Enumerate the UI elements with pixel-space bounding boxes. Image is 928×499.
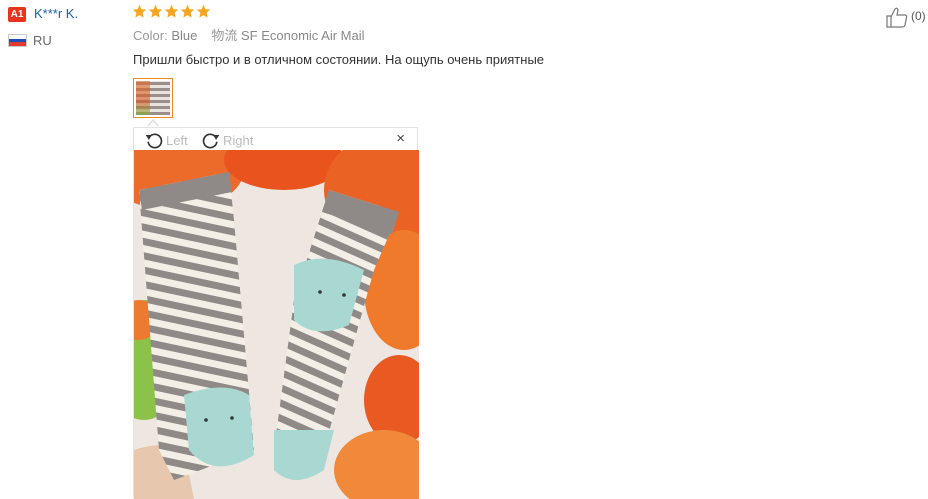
russia-flag-icon: [8, 34, 27, 47]
review-photo-thumbnail[interactable]: [133, 78, 173, 118]
close-viewer-button[interactable]: ×: [396, 131, 405, 147]
rotate-right-label: Right: [223, 132, 254, 148]
star-icon: [180, 4, 195, 18]
reviewer-name-link[interactable]: K***r K.: [34, 5, 78, 23]
star-icon: [196, 4, 211, 18]
review-text: Пришли быстро и в отличном состоянии. На…: [133, 52, 545, 67]
rotate-right-button[interactable]: Right: [201, 130, 253, 150]
viewer-toolbar: Left Right ×: [134, 128, 417, 150]
reviewer-country: RU: [33, 33, 52, 48]
star-icon: [148, 4, 163, 18]
review-attributes: Color: Blue 物流 SF Economic Air Mail: [133, 27, 365, 45]
rotate-left-label: Left: [166, 132, 188, 148]
reviewer-level-badge: A1: [8, 7, 26, 22]
shipping-value: SF Economic Air Mail: [240, 28, 365, 43]
star-icon: [132, 4, 147, 18]
shipping-attribute: 物流 SF Economic Air Mail: [211, 27, 364, 45]
thumbnail-image: [136, 81, 170, 115]
review-photo: [134, 150, 419, 499]
photo-viewer: Left Right ×: [133, 127, 419, 499]
color-value: Blue: [171, 28, 198, 43]
socks-photo-image: [134, 150, 419, 499]
star-icon: [164, 4, 179, 18]
shipping-label: 物流: [211, 28, 238, 43]
color-attribute: Color: Blue: [133, 27, 197, 45]
thumbs-up-icon: [886, 7, 908, 28]
rotate-left-button[interactable]: Left: [144, 130, 188, 150]
helpful-count: (0): [911, 9, 926, 23]
rotate-right-icon: [202, 133, 220, 149]
helpful-like-button[interactable]: (0): [885, 6, 926, 28]
rotate-left-icon: [145, 133, 163, 149]
color-label: Color:: [133, 28, 168, 43]
rating-stars: [132, 4, 211, 19]
